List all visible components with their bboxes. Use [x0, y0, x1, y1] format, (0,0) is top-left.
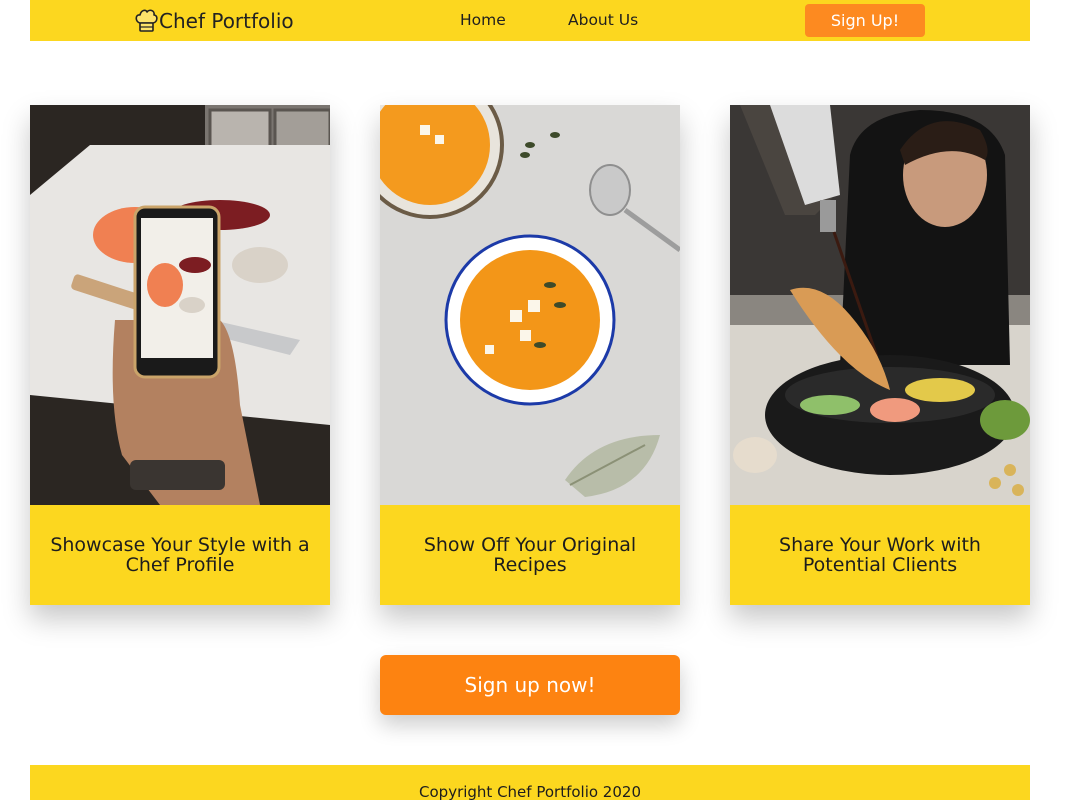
- chef-hat-icon: [134, 8, 158, 34]
- card-image-chef-plating: [730, 105, 1030, 505]
- card-image-phone-photo: [30, 105, 330, 505]
- brand-link[interactable]: Chef Portfolio: [134, 7, 294, 35]
- nav-signup-button[interactable]: Sign Up!: [805, 4, 925, 37]
- page-footer: Copyright Chef Portfolio 2020: [30, 765, 1030, 801]
- card-image-pumpkin-soup: [380, 105, 680, 505]
- copyright-text: Copyright Chef Portfolio 2020: [419, 783, 641, 801]
- feature-card-clients: Share Your Work with Potential Clients: [730, 105, 1030, 605]
- card-caption: Share Your Work with Potential Clients: [779, 534, 981, 576]
- card-caption: Showcase Your Style with a Chef Profile: [50, 534, 310, 576]
- nav-about-link[interactable]: About Us: [568, 11, 638, 29]
- card-caption: Show Off Your Original Recipes: [423, 534, 637, 576]
- feature-card-chef-profile: Showcase Your Style with a Chef Profile: [30, 105, 330, 605]
- brand-label: Chef Portfolio: [159, 9, 294, 33]
- signup-now-button[interactable]: Sign up now!: [380, 655, 680, 715]
- feature-card-recipes: Show Off Your Original Recipes: [380, 105, 680, 605]
- nav-home-link[interactable]: Home: [460, 11, 506, 29]
- top-navbar: Chef Portfolio Home About Us Sign Up!: [30, 0, 1030, 41]
